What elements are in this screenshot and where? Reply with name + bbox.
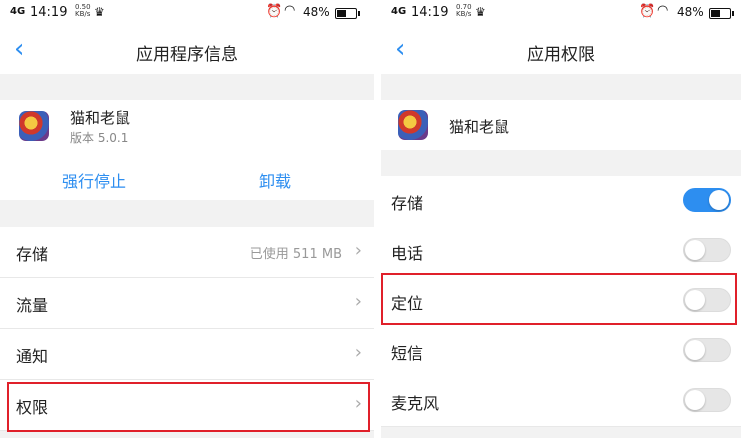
app-version: 版本 5.0.1 (70, 131, 129, 145)
status-bar: 4G 14:19 0.70 KB/s ♛ ⏰ ◠ 48% (381, 0, 741, 28)
toggle-knob (685, 390, 705, 410)
network-speed: 0.70 KB/s (456, 3, 472, 18)
chevron-right-icon: › (354, 291, 362, 312)
alarm-icon: ⏰ (266, 4, 283, 19)
nav-bar: ‹ 应用程序信息 (0, 28, 374, 74)
permission-row-microphone: 麦克风 (381, 376, 741, 427)
status-time: 14:19 (30, 5, 68, 20)
permission-row-sms: 短信 (381, 326, 741, 377)
row-label: 麦克风 (391, 394, 440, 413)
app-icon (19, 111, 49, 141)
battery-percent: 48% (677, 5, 704, 19)
app-permissions-screen: 4G 14:19 0.70 KB/s ♛ ⏰ ◠ 48% ‹ 应用权限 猫和老鼠 … (381, 0, 741, 438)
settings-row-storage[interactable]: 存储 已使用 511 MB › (0, 227, 374, 278)
row-label: 存储 (391, 194, 424, 213)
app-header-card: 猫和老鼠 版本 5.0.1 强行停止 卸载 (0, 100, 374, 200)
row-label: 流量 (16, 296, 49, 315)
permission-row-storage: 存储 (381, 176, 741, 227)
force-stop-button[interactable]: 强行停止 (62, 168, 126, 192)
wifi-icon: ◠ (284, 3, 296, 18)
app-name: 猫和老鼠 (449, 118, 510, 136)
settings-row-notifications[interactable]: 通知 › (0, 329, 374, 380)
toggle-knob (709, 190, 729, 210)
storage-used-value: 已使用 511 MB (249, 247, 342, 262)
sms-toggle[interactable] (683, 338, 731, 362)
status-time: 14:19 (411, 5, 449, 20)
row-label: 电话 (391, 244, 424, 263)
row-label: 存储 (16, 245, 49, 264)
toggle-knob (685, 240, 705, 260)
uninstall-button[interactable]: 卸载 (259, 168, 291, 192)
app-header-card: 猫和老鼠 (381, 100, 741, 150)
settings-row-traffic[interactable]: 流量 › (0, 278, 374, 329)
row-label: 权限 (16, 398, 49, 417)
row-label: 短信 (391, 344, 424, 363)
signal-icon: 4G (10, 6, 26, 17)
status-bar: 4G 14:19 0.50 KB/s ♛ ⏰ ◠ 48% (0, 0, 374, 28)
settings-row-permissions[interactable]: 权限 › (0, 380, 374, 431)
storage-toggle[interactable] (683, 188, 731, 212)
battery-icon (709, 8, 734, 19)
crown-icon: ♛ (475, 5, 486, 19)
wifi-icon: ◠ (657, 3, 669, 18)
chevron-right-icon: › (354, 342, 362, 363)
signal-icon: 4G (391, 6, 407, 17)
alarm-icon: ⏰ (639, 4, 656, 19)
location-toggle[interactable] (683, 288, 731, 312)
page-title: 应用程序信息 (136, 45, 238, 65)
toggle-knob (685, 340, 705, 360)
battery-percent: 48% (303, 5, 330, 19)
permission-row-phone: 电话 (381, 226, 741, 277)
network-speed: 0.50 KB/s (75, 3, 91, 18)
app-info-screen: 4G 14:19 0.50 KB/s ♛ ⏰ ◠ 48% ‹ 应用程序信息 猫和老… (0, 0, 374, 438)
chevron-right-icon: › (354, 240, 362, 261)
row-label: 定位 (391, 294, 424, 313)
app-icon (398, 110, 428, 140)
row-label: 通知 (16, 347, 49, 366)
permission-row-location: 定位 (381, 276, 741, 327)
crown-icon: ♛ (94, 5, 105, 19)
page-title: 应用权限 (527, 45, 595, 65)
toggle-knob (685, 290, 705, 310)
microphone-toggle[interactable] (683, 388, 731, 412)
app-name: 猫和老鼠 (70, 109, 131, 127)
nav-bar: ‹ 应用权限 (381, 28, 741, 74)
chevron-right-icon: › (354, 393, 362, 414)
phone-toggle[interactable] (683, 238, 731, 262)
panel-divider (374, 0, 381, 438)
battery-icon (335, 8, 360, 19)
